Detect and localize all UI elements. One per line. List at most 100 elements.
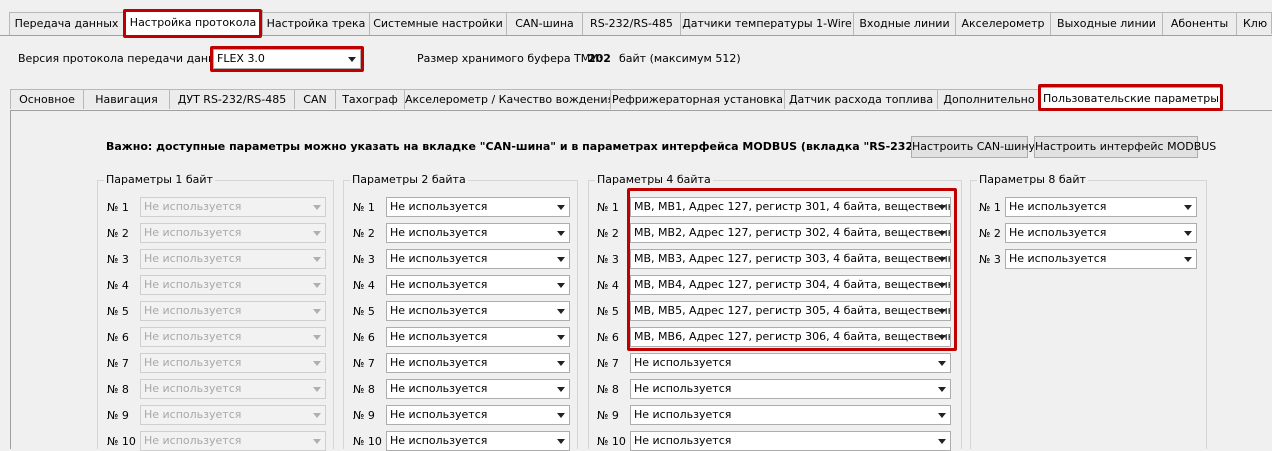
notice-text: Важно: доступные параметры можно указать… [106,140,972,153]
group-title: Параметры 8 байт [977,173,1088,186]
param-select[interactable]: Не используется [386,379,570,399]
tab-input-lines[interactable]: Входные линии [853,12,956,35]
subtab-main[interactable]: Основное [10,89,84,109]
param-select[interactable]: Не используется [386,353,570,373]
param-select[interactable]: MB, MB5, Адрес 127, регистр 305, 4 байта… [630,301,951,321]
configure-can-button[interactable]: Настроить CAN-шину [911,136,1035,158]
configure-modbus-button[interactable]: Настроить интерфейс MODBUS [1034,136,1216,158]
param-select: Не используется [140,379,326,399]
param-select-value: Не используется [634,434,732,447]
buffer-size-value: 202 [588,52,611,65]
subtab-accelerometer-driving[interactable]: Акселерометр / Качество вождения [404,89,611,109]
param-select: Не используется [140,327,326,347]
param-select-value: Не используется [144,356,242,369]
param-select-value: Не используется [144,330,242,343]
param-row-label: № 7 [597,357,619,370]
tab-keys[interactable]: Клю [1236,12,1272,34]
chevron-down-icon [313,361,321,366]
subtab-fuel-flow[interactable]: Датчик расхода топлива [784,89,938,109]
chevron-down-icon [313,231,321,236]
param-select[interactable]: Не используется [1005,197,1197,217]
tab-subscribers[interactable]: Абоненты [1162,12,1237,35]
param-select: Не используется [140,223,326,243]
param-select[interactable]: Не используется [386,431,570,451]
param-select: Не используется [140,431,326,451]
chevron-down-icon [1184,205,1192,210]
tab-track-settings[interactable]: Настройка трека [262,12,370,35]
param-select-value: Не используется [634,356,732,369]
subtab-refrigerator[interactable]: Рефрижераторная установка [610,89,785,109]
param-select-value: MB, MB5, Адрес 127, регистр 305, 4 байта… [634,304,951,317]
tab-rs232-rs485[interactable]: RS-232/RS-485 [582,12,681,35]
subtab-additional[interactable]: Дополнительно [937,89,1041,109]
param-row-label: № 6 [353,331,375,344]
protocol-version-label: Версия протокола передачи данных [18,52,231,65]
group-title: Параметры 4 байта [595,173,713,186]
param-select-value: Не используется [144,382,242,395]
param-select: Не используется [140,405,326,425]
param-select-value: Не используется [1009,252,1107,265]
param-row-label: № 2 [353,227,375,240]
tab-protocol-settings[interactable]: Настройка протокола [123,10,263,36]
param-row-label: № 3 [107,253,129,266]
param-select-value: Не используется [390,434,488,447]
tab-output-lines[interactable]: Выходные линии [1050,12,1163,35]
param-select-value: MB, MB6, Адрес 127, регистр 306, 4 байта… [634,330,951,343]
param-select[interactable]: Не используется [386,249,570,269]
param-select[interactable]: Не используется [1005,223,1197,243]
protocol-version-select[interactable]: FLEX 3.0 [213,49,361,69]
param-select[interactable]: Не используется [1005,249,1197,269]
param-select[interactable]: Не используется [630,379,951,399]
param-select[interactable]: MB, MB2, Адрес 127, регистр 302, 4 байта… [630,223,951,243]
tab-data-transfer[interactable]: Передача данных [9,12,124,35]
chevron-down-icon [313,413,321,418]
param-row-label: № 6 [597,331,619,344]
param-select-value: Не используется [144,278,242,291]
tab-can-bus[interactable]: CAN-шина [506,12,583,35]
tab-accelerometer[interactable]: Акселерометр [955,12,1051,35]
param-select-value: Не используется [144,200,242,213]
param-select[interactable]: Не используется [386,327,570,347]
subtab-fuel-level-rs[interactable]: ДУТ RS-232/RS-485 [169,89,295,109]
param-select[interactable]: MB, MB6, Адрес 127, регистр 306, 4 байта… [630,327,951,347]
group-title: Параметры 2 байта [350,173,468,186]
param-select[interactable]: Не используется [386,405,570,425]
chevron-down-icon [938,257,946,262]
chevron-down-icon [557,361,565,366]
param-select[interactable]: Не используется [386,197,570,217]
param-row-label: № 8 [597,383,619,396]
param-select: Не используется [140,353,326,373]
chevron-down-icon [938,283,946,288]
chevron-down-icon [313,309,321,314]
param-select: Не используется [140,249,326,269]
chevron-down-icon [313,439,321,444]
subtab-user-params[interactable]: Пользовательские параметры [1040,87,1222,110]
param-select[interactable]: Не используется [630,353,951,373]
chevron-down-icon [938,361,946,366]
param-select[interactable]: MB, MB4, Адрес 127, регистр 304, 4 байта… [630,275,951,295]
subtab-navigation[interactable]: Навигация [83,89,170,109]
param-select[interactable]: MB, MB1, Адрес 127, регистр 301, 4 байта… [630,197,951,217]
subtab-can[interactable]: CAN [294,89,336,109]
param-select-value: MB, MB2, Адрес 127, регистр 302, 4 байта… [634,226,951,239]
param-row-label: № 9 [107,409,129,422]
param-select-value: MB, MB4, Адрес 127, регистр 304, 4 байта… [634,278,951,291]
param-select-value: Не используется [390,382,488,395]
param-select[interactable]: Не используется [630,431,951,451]
chevron-down-icon [557,309,565,314]
protocol-version-value: FLEX 3.0 [217,52,265,65]
param-select[interactable]: MB, MB3, Адрес 127, регистр 303, 4 байта… [630,249,951,269]
param-select: Не используется [140,275,326,295]
param-select[interactable]: Не используется [386,301,570,321]
param-select-value: Не используется [390,356,488,369]
param-row-label: № 4 [353,279,375,292]
subtab-tachograph[interactable]: Тахограф [335,89,405,109]
chevron-down-icon [1184,231,1192,236]
param-select[interactable]: Не используется [630,405,951,425]
param-select[interactable]: Не используется [386,223,570,243]
chevron-down-icon [1184,257,1192,262]
tab-1wire-temp[interactable]: Датчики температуры 1-Wire [680,12,854,35]
param-select-value: Не используется [390,200,488,213]
tab-system-settings[interactable]: Системные настройки [369,12,507,35]
param-select[interactable]: Не используется [386,275,570,295]
